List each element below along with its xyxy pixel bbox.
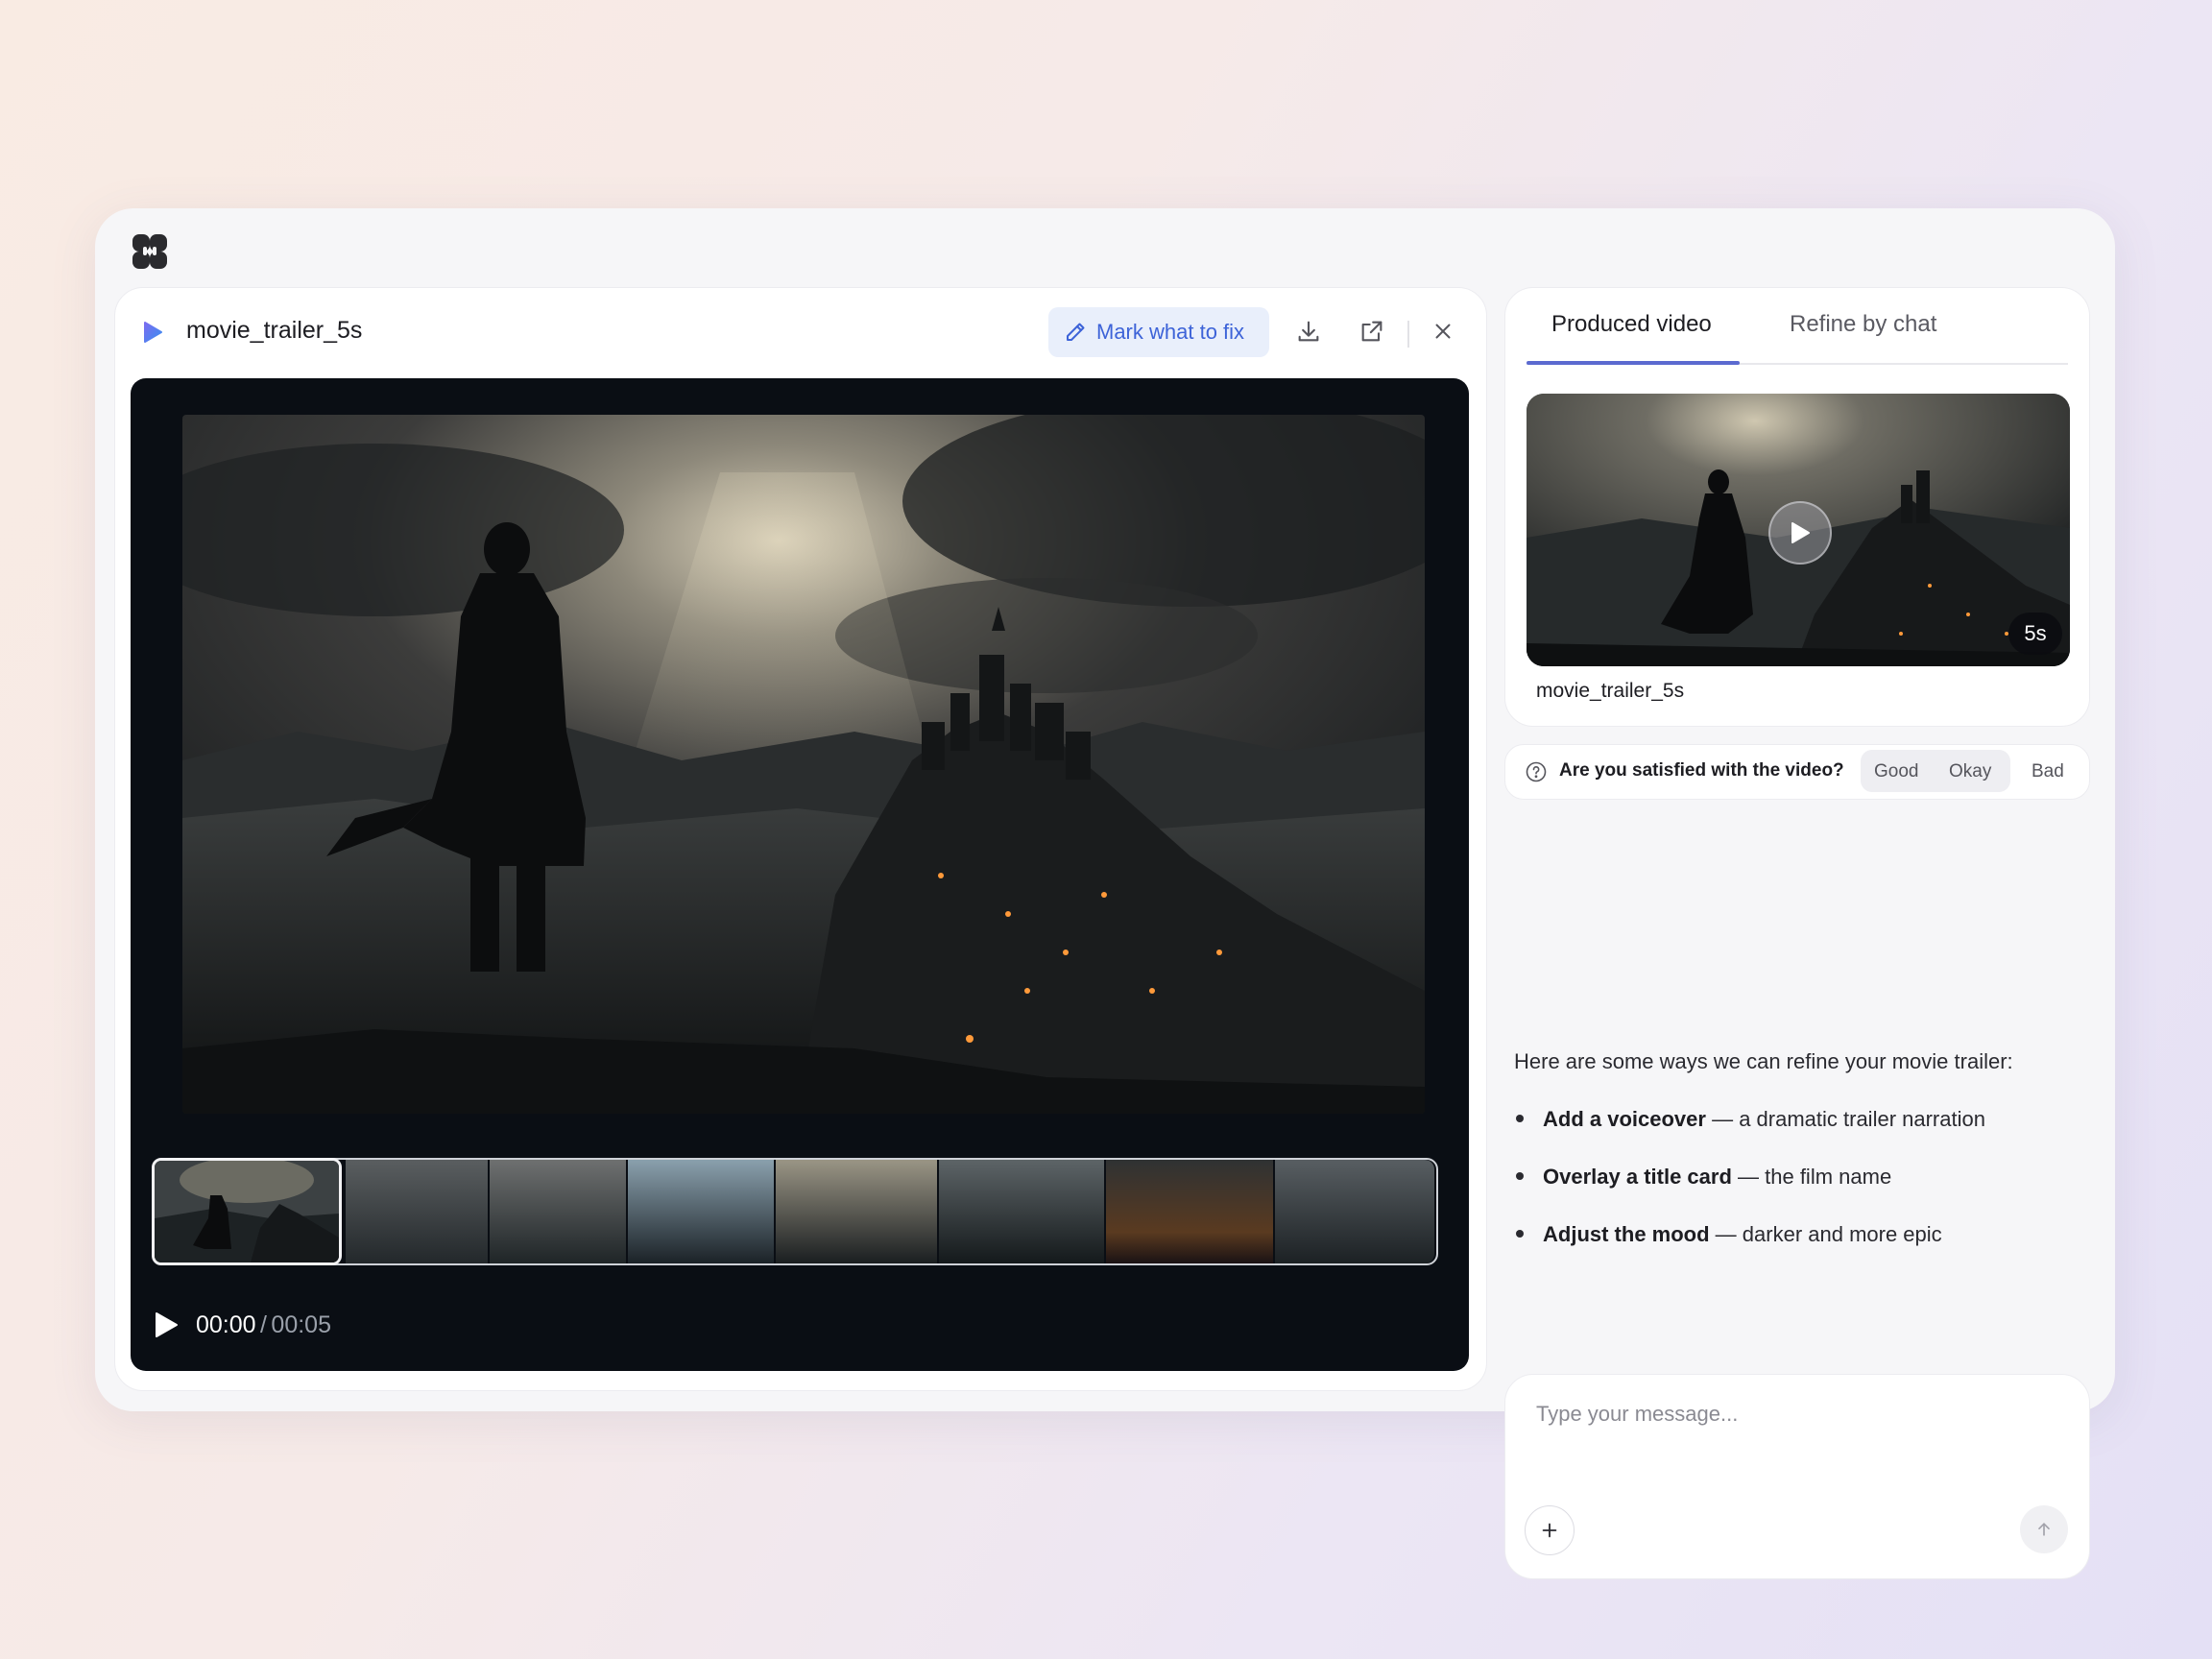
filmstrip-frame[interactable] — [1275, 1160, 1434, 1263]
open-external-icon — [1361, 321, 1382, 342]
play-button[interactable] — [1768, 501, 1832, 565]
suggestion-title: Adjust the mood — [1543, 1222, 1710, 1246]
suggestion-item: Overlay a title card — the film name — [1514, 1165, 1891, 1190]
pencil-icon — [1067, 323, 1085, 341]
suggestion-title: Add a voiceover — [1543, 1107, 1706, 1131]
open-external-button[interactable] — [1356, 315, 1388, 348]
satisfaction-bar: Are you satisfied with the video? Good O… — [1504, 744, 2090, 800]
help-circle-icon — [1526, 761, 1547, 782]
rating-okay-button[interactable]: Okay — [1949, 761, 1991, 782]
produced-video-title: movie_trailer_5s — [1536, 680, 1685, 702]
time-separator: / — [260, 1310, 267, 1338]
message-intro: Here are some ways we can refine your mo… — [1514, 1049, 2013, 1073]
arrow-up-icon — [2038, 1523, 2050, 1536]
viewer-header: movie_trailer_5s Mark what to fix — [115, 288, 1486, 376]
suggestion-desc: — a dramatic trailer narration — [1712, 1107, 1985, 1131]
video-viewer-panel: movie_trailer_5s Mark what to fix 00:00 … — [114, 287, 1487, 1391]
header-divider — [1407, 321, 1409, 348]
satisfaction-question: Are you satisfied with the video? — [1559, 760, 1844, 781]
play-icon — [1791, 522, 1810, 543]
duration-badge: 5s — [2008, 613, 2062, 655]
filmstrip-frame-selected[interactable] — [152, 1158, 342, 1265]
playback-controls: 00:00 / 00:05 — [154, 1306, 331, 1344]
produced-video-card: Produced video Refine by chat 5s movie_t… — [1504, 287, 2090, 727]
attach-button[interactable] — [1525, 1505, 1575, 1555]
filmstrip-frame[interactable] — [628, 1160, 774, 1263]
tab-produced-video[interactable]: Produced video — [1551, 311, 1712, 338]
suggestion-desc: — the film name — [1738, 1165, 1892, 1189]
file-name: movie_trailer_5s — [186, 317, 363, 344]
download-icon — [1298, 321, 1319, 342]
play-icon[interactable] — [154, 1311, 179, 1338]
video-frame — [182, 415, 1425, 1114]
tab-refine-by-chat[interactable]: Refine by chat — [1790, 311, 1936, 338]
current-time: 00:00 — [196, 1310, 256, 1338]
plus-icon — [1542, 1523, 1557, 1538]
message-input[interactable]: Type your message... — [1536, 1402, 1738, 1427]
close-icon — [1435, 324, 1451, 339]
rating-good-button[interactable]: Good — [1874, 761, 1918, 782]
filmstrip-frame[interactable] — [346, 1160, 488, 1263]
rating-bad-button[interactable]: Bad — [2032, 761, 2064, 782]
active-tab-indicator — [1527, 361, 1740, 365]
close-button[interactable] — [1427, 315, 1459, 348]
frame-filmstrip[interactable] — [152, 1158, 1438, 1265]
tab-bar: Produced video Refine by chat — [1527, 288, 2068, 365]
total-time: 00:05 — [271, 1310, 331, 1338]
video-file-icon — [144, 322, 162, 343]
send-button[interactable] — [2020, 1505, 2068, 1553]
filmstrip-frame[interactable] — [776, 1160, 937, 1263]
download-button[interactable] — [1292, 315, 1325, 348]
app-logo-icon[interactable] — [132, 234, 167, 269]
suggestion-item: Add a voiceover — a dramatic trailer nar… — [1514, 1107, 1985, 1132]
filmstrip-frame[interactable] — [939, 1160, 1104, 1263]
mark-label: Mark what to fix — [1096, 320, 1245, 344]
filmstrip-frame[interactable] — [490, 1160, 626, 1263]
assistant-message: Here are some ways we can refine your mo… — [1514, 1049, 2071, 1246]
filmstrip-frame[interactable] — [1106, 1160, 1273, 1263]
produced-video-thumbnail[interactable]: 5s — [1527, 394, 2070, 666]
suggestion-desc: — darker and more epic — [1715, 1222, 1942, 1246]
app-window: movie_trailer_5s Mark what to fix 00:00 … — [95, 208, 2115, 1579]
message-composer[interactable]: Type your message... — [1504, 1374, 2090, 1579]
mark-what-to-fix-button[interactable]: Mark what to fix — [1048, 307, 1269, 357]
video-player[interactable]: 00:00 / 00:05 — [131, 378, 1469, 1371]
suggestion-title: Overlay a title card — [1543, 1165, 1732, 1189]
suggestion-item: Adjust the mood — darker and more epic — [1514, 1222, 1942, 1247]
